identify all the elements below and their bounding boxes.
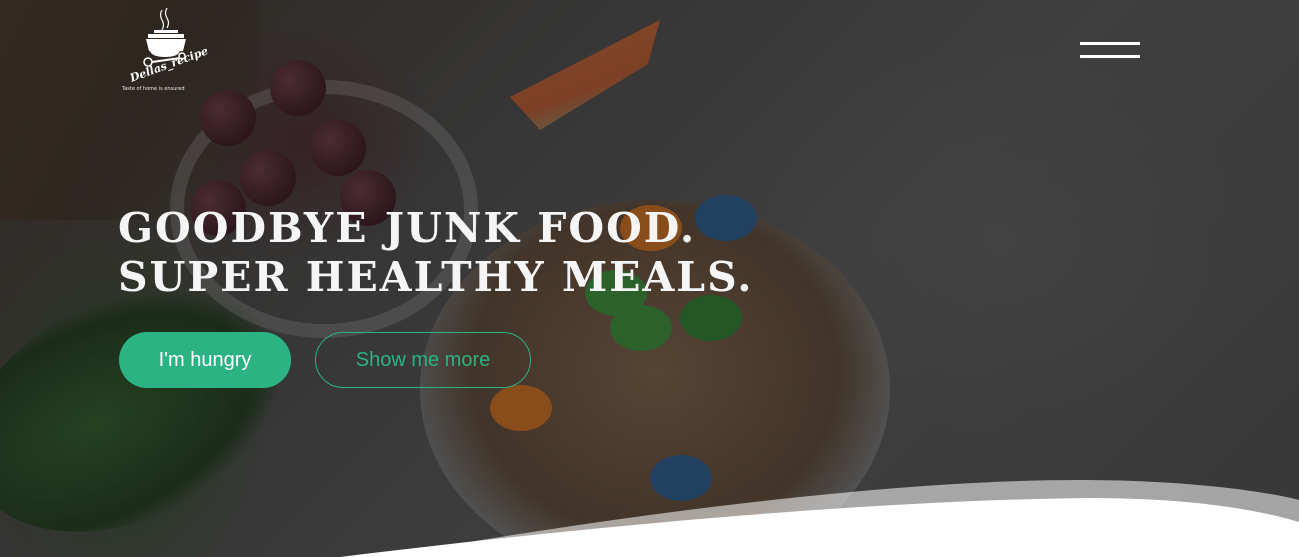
im-hungry-button[interactable]: I'm hungry: [119, 332, 291, 388]
hamburger-menu-icon-line: [1080, 55, 1140, 58]
hamburger-menu-icon: [1080, 42, 1140, 45]
hero-headline: GOODBYE JUNK FOOD. SUPER HEALTHY MEALS.: [118, 204, 754, 302]
bottom-wave: [340, 480, 1299, 557]
show-me-more-button[interactable]: Show me more: [315, 332, 531, 388]
brand-tagline: Taste of home is ensured: [122, 86, 185, 92]
hero-section: Dellas_recipe Taste of home is ensured G…: [0, 0, 1299, 557]
headline-line-2: SUPER HEALTHY MEALS.: [118, 253, 754, 301]
headline-line-1: GOODBYE JUNK FOOD.: [118, 204, 697, 252]
menu-button[interactable]: [1080, 40, 1140, 62]
